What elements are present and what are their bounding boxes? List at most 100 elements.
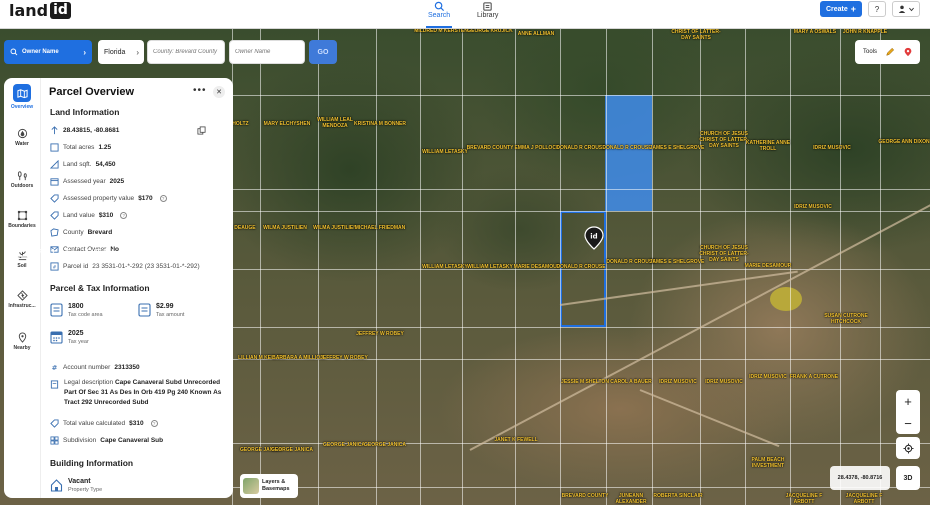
subdivision-value: Cape Canaveral Sub xyxy=(100,437,164,444)
property-type-caption: Property Type xyxy=(68,487,103,493)
parcel-owner-label[interactable]: WILMA JUSTILIEN xyxy=(257,225,313,231)
svg-text:#: # xyxy=(51,363,57,372)
county-value: Brevard xyxy=(87,229,113,236)
close-icon[interactable]: ✕ xyxy=(213,86,225,98)
info-icon[interactable]: ? xyxy=(159,195,167,202)
legal-description-label: Legal description xyxy=(64,379,114,386)
plus-icon: + xyxy=(850,4,857,14)
parcel-owner-label[interactable]: MILDRED M KERSTEN xyxy=(413,29,469,34)
chevron-down-icon xyxy=(908,7,914,11)
boundaries-icon xyxy=(17,210,27,221)
tax-year-value: 2025 xyxy=(68,330,84,337)
parcel-owner-label[interactable]: JEFFREY W ROBEY xyxy=(352,331,408,337)
rail-item-label: Infrastruc... xyxy=(8,303,36,309)
nav-tab-search-label: Search xyxy=(428,12,451,19)
parcel-owner-label[interactable]: MARY A OSWALS xyxy=(787,29,843,35)
assessed-year-row: Assessed year 2025 xyxy=(50,177,124,186)
parcel-owner-label[interactable]: JACQUELINE F ARBOTT xyxy=(836,493,892,505)
rail-item-infrastructure[interactable]: Infrastruc... xyxy=(4,290,40,309)
property-type-value: Vacant xyxy=(68,478,91,485)
parcel-owner-label[interactable]: ROBERTA SINCLAIR xyxy=(650,493,706,499)
parcel-owner-label[interactable]: JACQUELINE F ARBOTT xyxy=(776,493,832,505)
land-value-icon xyxy=(50,211,59,220)
selected-parcel-pin-icon[interactable]: id xyxy=(584,226,604,250)
parcel-owner-label[interactable]: JOHN R KNAPPLE xyxy=(837,29,893,35)
parcel-boundary-line xyxy=(840,29,841,505)
3d-toggle-button[interactable]: 3D xyxy=(896,466,920,490)
help-button[interactable]: ? xyxy=(868,1,886,17)
parcel-owner-label[interactable]: GEORGE JANICA xyxy=(264,447,320,453)
outdoors-icon xyxy=(17,171,27,181)
tax-amount-value: $2.99 xyxy=(156,303,174,310)
parcel-owner-label[interactable]: GEORGE ANN DIXON xyxy=(876,139,930,145)
parcel-owner-label[interactable]: DONALD R CROUSE xyxy=(599,145,655,151)
parcel-owner-label[interactable]: PALM BEACH INVESTMENT xyxy=(740,457,796,469)
parcel-owner-label[interactable]: IDRIZ MUSOVIC xyxy=(804,145,860,151)
more-options-icon[interactable]: ••• xyxy=(193,85,207,96)
map-icon xyxy=(16,88,28,98)
nav-tab-library[interactable]: Library xyxy=(477,0,498,19)
left-rail: Overview Water Outdoors Boundaries Soil … xyxy=(4,78,40,498)
rail-item-water[interactable]: Water xyxy=(4,128,40,147)
land-value-row: Land value $310 ? xyxy=(50,211,128,220)
parcel-owner-label[interactable]: CHRIST OF LATTER-DAY SAINTS xyxy=(668,29,724,41)
land-sqft-value: 54,450 xyxy=(95,161,116,168)
rail-item-overview[interactable]: Overview xyxy=(4,84,40,110)
pencil-icon[interactable] xyxy=(885,47,895,57)
parcel-owner-label[interactable]: ANNE ALLMAN xyxy=(508,31,564,37)
land-id-logo[interactable]: land id xyxy=(9,0,71,20)
parcel-boundary-line xyxy=(232,327,930,328)
rail-item-boundaries[interactable]: Boundaries xyxy=(4,210,40,229)
tax-amount-caption: Tax amount xyxy=(156,312,185,318)
parcel-owner-label[interactable]: MARIE DESAMOUR xyxy=(740,263,796,269)
zoom-out-button[interactable]: − xyxy=(904,416,912,431)
nav-tab-search[interactable]: Search xyxy=(426,0,453,28)
chevron-right-icon: › xyxy=(136,47,139,57)
parcel-owner-label[interactable]: JANET K FEWELL xyxy=(488,437,544,443)
create-button-label: Create xyxy=(825,5,848,13)
parcel-owner-label[interactable]: IDRIZ MUSOVIC xyxy=(785,204,841,210)
parcel-owner-label[interactable]: KATHERINE ANNE TROLL xyxy=(740,140,796,152)
info-icon[interactable]: ? xyxy=(120,212,128,219)
rail-item-label: Boundaries xyxy=(8,223,36,229)
legal-description: Legal description Cape Canaveral Subd Un… xyxy=(64,378,229,408)
parcel-owner-label[interactable]: SUSAN CUTRONE HITCHCOCK xyxy=(818,313,874,325)
pond xyxy=(770,287,802,311)
location-pin-icon[interactable] xyxy=(903,47,913,57)
user-menu-button[interactable] xyxy=(892,1,920,17)
rail-overview-icon-bg xyxy=(13,84,31,102)
mls-watermark: A12071145 - SEFMLS© 2026 xyxy=(4,246,183,261)
copy-icon[interactable] xyxy=(197,126,206,135)
tax-year-caption: Tax year xyxy=(68,339,89,345)
state-select[interactable]: Florida › xyxy=(98,40,144,64)
layers-basemaps-button[interactable]: Layers & Basemaps xyxy=(240,474,298,498)
parcel-owner-label[interactable]: CHURCH OF JESUS CHRIST OF LATTER-DAY SAI… xyxy=(696,245,752,263)
map-coordinates-readout: 28.4378, -80.8716 xyxy=(830,466,890,490)
parcel-id-icon: # xyxy=(50,262,59,271)
active-tab-underline xyxy=(426,26,453,28)
rail-item-outdoors[interactable]: Outdoors xyxy=(4,170,40,189)
parcel-owner-label[interactable]: JEFFREY W ROBEY xyxy=(316,355,372,361)
parcel-owner-label[interactable]: FRANK A CUTRONE xyxy=(786,374,842,380)
go-button[interactable]: GO xyxy=(309,40,337,64)
create-button[interactable]: Create + xyxy=(820,1,862,17)
tax-code-tile: 1800 Tax code area xyxy=(50,303,103,318)
parcel-owner-label[interactable]: MICHAEL FRIEDMAN xyxy=(352,225,408,231)
parcel-id-value: 23 3531-01-*-292 (23 3531-01-*-292) xyxy=(92,263,200,270)
land-sqft-label: Land sqft. xyxy=(63,161,92,168)
zoom-in-button[interactable]: + xyxy=(904,394,912,409)
parcel-owner-label[interactable]: DONALD R CROUSE xyxy=(553,264,609,270)
total-value-value: $310 xyxy=(129,420,144,427)
locate-me-button[interactable] xyxy=(896,437,920,459)
search-mode-button[interactable]: Owner Name › xyxy=(4,40,92,64)
parcel-owner-label[interactable]: IDRIZ MUSOVIC xyxy=(696,379,752,385)
value-tag-icon xyxy=(50,194,59,203)
info-icon[interactable]: ? xyxy=(150,420,158,427)
highlighted-parcel[interactable] xyxy=(605,95,652,211)
parcel-owner-label[interactable]: GEORGE JANICA xyxy=(357,442,413,448)
tax-amount-tile: $2.99 Tax amount xyxy=(138,303,184,318)
parcel-owner-label[interactable]: KRISTINA M BONNER xyxy=(352,121,408,127)
owner-name-input[interactable] xyxy=(229,40,305,64)
county-input[interactable] xyxy=(147,40,225,64)
rail-item-nearby[interactable]: Nearby xyxy=(4,332,40,351)
